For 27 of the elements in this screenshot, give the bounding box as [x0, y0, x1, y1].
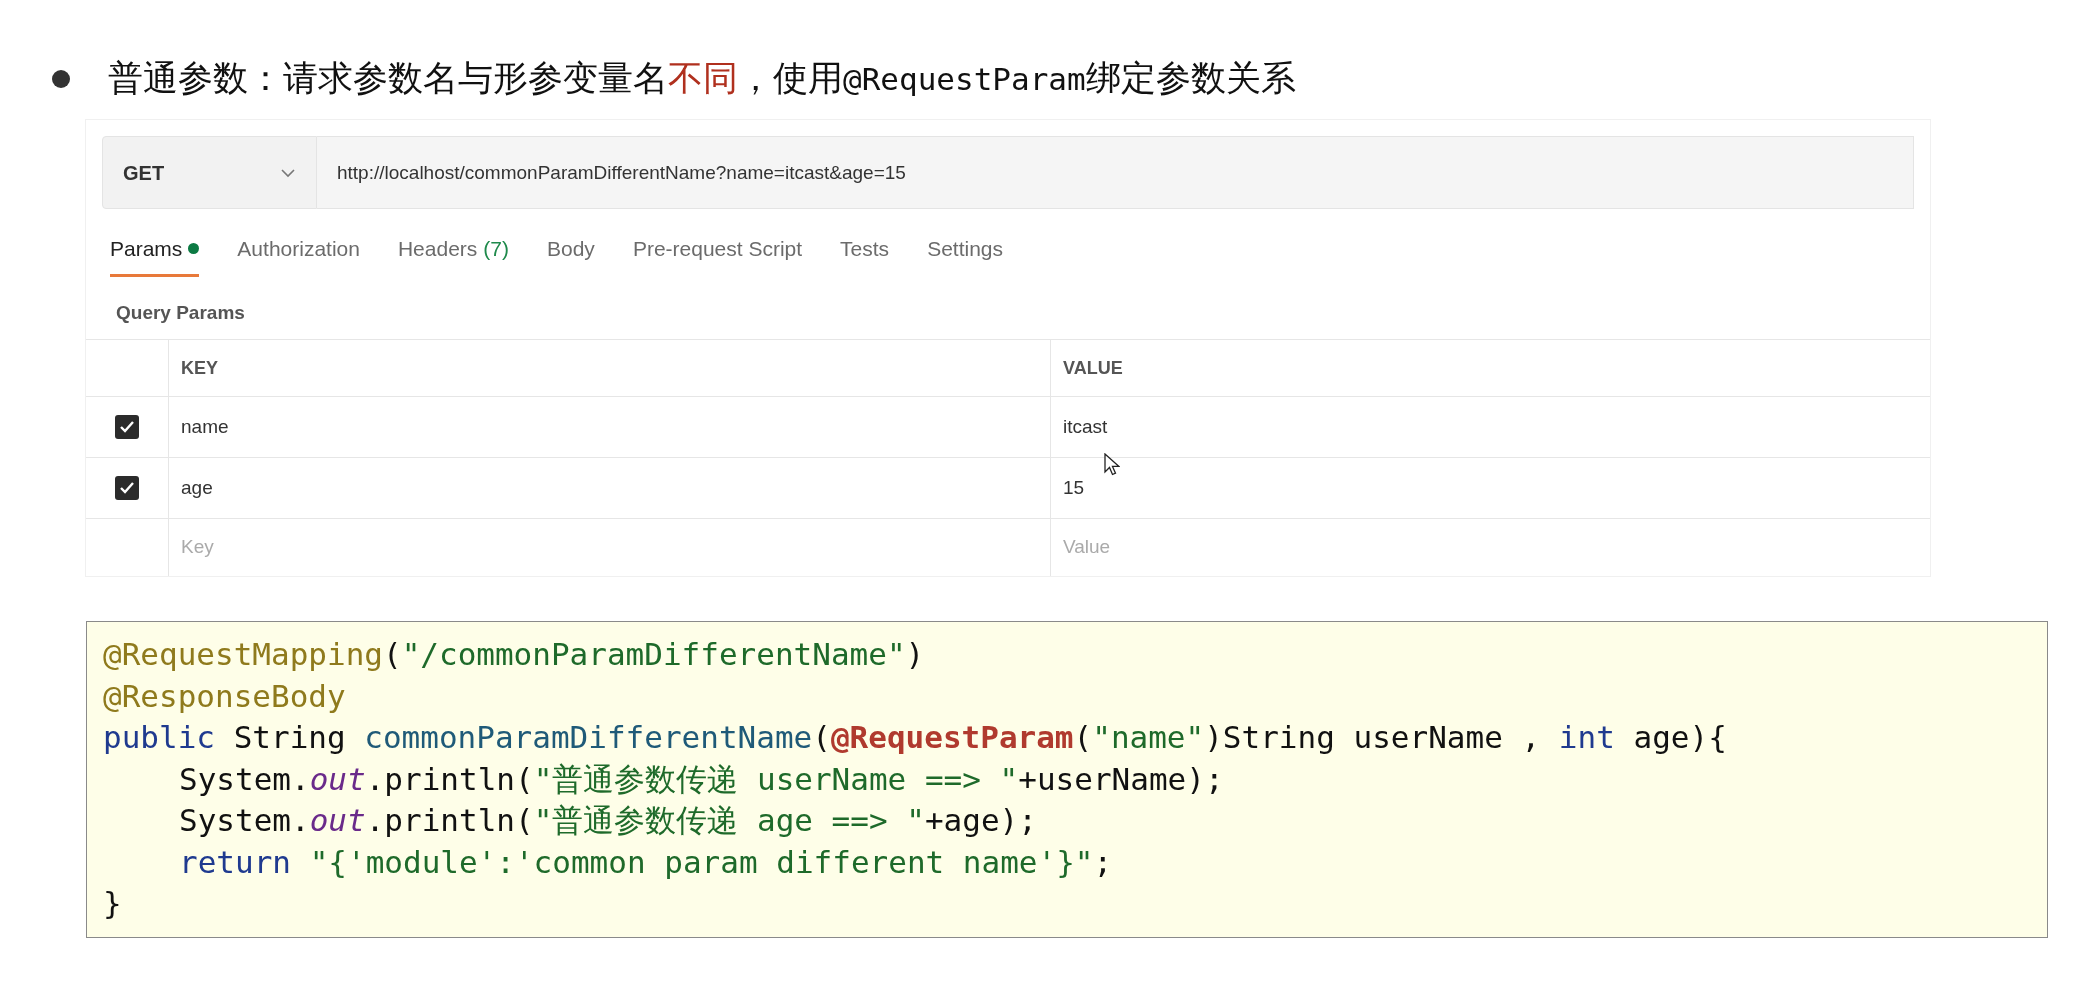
method-dropdown[interactable]: GET [102, 136, 317, 209]
column-header: VALUE [1062, 356, 1124, 380]
table-cell-text: name [181, 414, 229, 439]
key-field[interactable]: Key [169, 519, 1051, 576]
tab[interactable]: Body [547, 232, 595, 277]
tab[interactable]: Settings [927, 232, 1003, 277]
table-cell-text: 15 [1063, 475, 1085, 500]
check-icon [119, 481, 135, 495]
tab[interactable]: Headers (7) [397, 232, 509, 277]
heading: 普通参数：请求参数名与形参变量名不同，使用@RequestParam绑定参数关系 [108, 57, 1296, 99]
url-field[interactable]: http://localhost/commonParamDifferentName?name=itcast&age=15 [317, 136, 1914, 209]
table-cell-text: itcast [1063, 414, 1108, 439]
tab[interactable]: Tests [840, 232, 890, 277]
tab[interactable]: Authorization [237, 232, 360, 277]
column-header: KEY [169, 340, 1051, 396]
checkbox[interactable] [115, 476, 139, 500]
value-field[interactable]: Value [1051, 519, 1930, 576]
bullet-icon [52, 69, 70, 88]
section-title: Query Params [115, 301, 246, 325]
tab[interactable]: Params [110, 232, 200, 277]
mouse-pointer-icon [1104, 453, 1120, 477]
checkbox[interactable] [115, 415, 139, 439]
code-block: @RequestMapping("/commonParamDifferentName") @ResponseBody public String commonParamDifferentName(@RequestParam("name")String userName , int age){ System.out.println("普通参数传递 userName ==> "+userName); System.out.println("普通参数传递 age ==> "+age); return "{'module':'common param different name'}"; } [86, 621, 2048, 938]
table-cell-text: age [181, 475, 213, 500]
check-icon [119, 420, 135, 434]
chevron-down-icon [280, 167, 296, 178]
tab[interactable]: Pre-request Script [632, 232, 803, 277]
